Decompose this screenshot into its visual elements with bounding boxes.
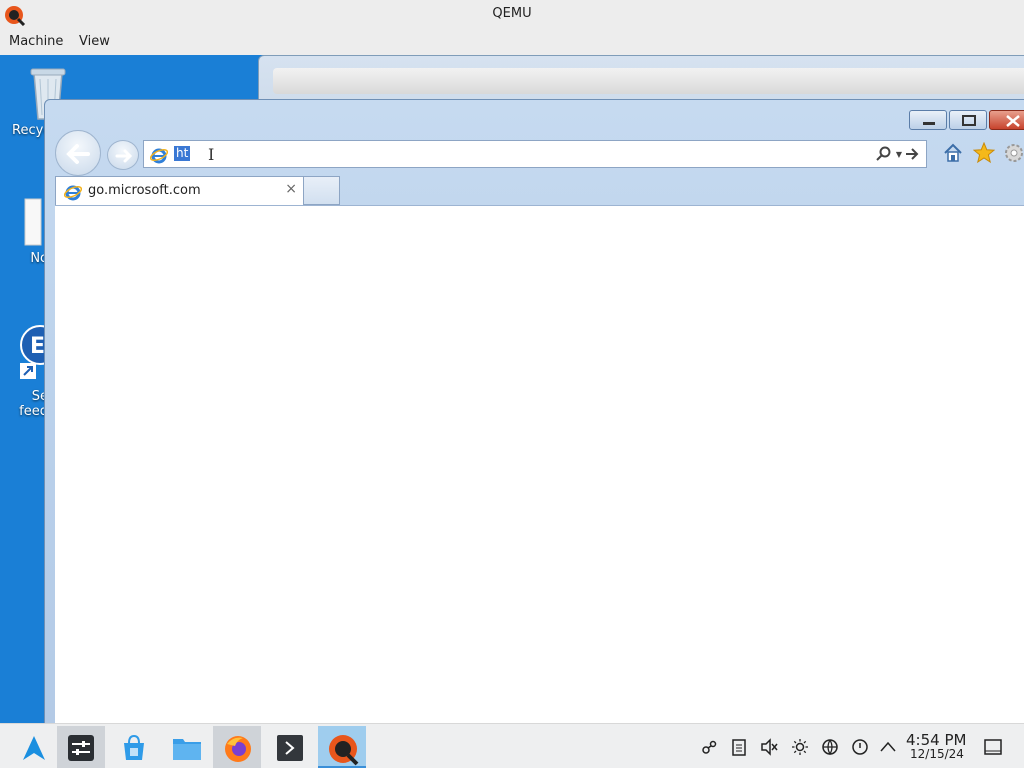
address-input-value[interactable]: ht bbox=[174, 146, 191, 161]
page-content[interactable] bbox=[55, 205, 1024, 723]
desktop-icon-notepad[interactable]: No bbox=[8, 195, 48, 266]
firefox-icon bbox=[225, 736, 251, 762]
taskbar-firefox[interactable] bbox=[213, 726, 261, 768]
window-title: QEMU bbox=[492, 6, 532, 21]
tab-title: go.microsoft.com bbox=[88, 183, 201, 198]
volume-muted-icon[interactable] bbox=[760, 738, 778, 756]
menu-machine[interactable]: Machine bbox=[9, 34, 63, 49]
minimize-icon bbox=[923, 122, 935, 125]
restore-icon bbox=[962, 115, 976, 126]
new-tab-button[interactable] bbox=[304, 176, 340, 205]
network-globe-icon[interactable] bbox=[821, 738, 839, 756]
arch-logo-icon bbox=[23, 736, 45, 760]
updates-icon[interactable] bbox=[851, 738, 869, 756]
go-arrow-icon[interactable] bbox=[904, 145, 920, 163]
tab-close-icon[interactable]: × bbox=[285, 181, 297, 197]
taskbar-software-store[interactable] bbox=[110, 726, 158, 768]
clipboard-icon[interactable] bbox=[731, 738, 747, 756]
menu-view[interactable]: View bbox=[79, 34, 110, 49]
maximize-button[interactable] bbox=[949, 110, 987, 130]
qemu-logo-icon bbox=[329, 735, 359, 766]
network-activity-icon[interactable] bbox=[700, 738, 718, 756]
app-launcher-button[interactable] bbox=[10, 726, 58, 768]
tab-strip: go.microsoft.com × bbox=[55, 176, 1024, 205]
home-icon[interactable] bbox=[942, 142, 964, 164]
chevron-up-icon[interactable] bbox=[879, 738, 897, 756]
close-icon bbox=[1006, 115, 1020, 127]
taskbar-qemu[interactable] bbox=[318, 726, 366, 768]
store-bag-icon bbox=[124, 734, 144, 760]
taskbar bbox=[0, 723, 1024, 768]
forward-button[interactable] bbox=[107, 140, 139, 170]
settings-sliders-icon bbox=[68, 735, 94, 761]
ie-page-icon bbox=[64, 185, 82, 201]
close-button[interactable] bbox=[989, 110, 1024, 130]
desktop-icon-label: Se bbox=[31, 389, 48, 404]
notepad-icon bbox=[24, 198, 42, 246]
tab-go-microsoft[interactable]: go.microsoft.com × bbox=[55, 176, 304, 205]
browser-window[interactable]: ht I ▼ go.microsoft.com × bbox=[44, 99, 1024, 723]
background-window-toolbar bbox=[273, 68, 1024, 94]
clock-date[interactable]: 12/15/24 bbox=[910, 747, 964, 761]
qemu-menubar: Machine View bbox=[0, 30, 1024, 55]
taskbar-terminal[interactable] bbox=[266, 726, 314, 768]
back-arrow-icon bbox=[66, 144, 90, 164]
qemu-titlebar: QEMU bbox=[0, 0, 1024, 30]
edge-icon: E bbox=[20, 325, 60, 379]
ie-page-icon bbox=[150, 148, 168, 164]
minimize-button[interactable] bbox=[909, 110, 947, 130]
desktop-icon-label: feed bbox=[19, 404, 48, 419]
taskbar-file-manager[interactable] bbox=[162, 726, 210, 768]
favorites-star-icon[interactable] bbox=[973, 142, 995, 164]
desktop-icon-label: No bbox=[30, 251, 48, 266]
svg-text:E: E bbox=[30, 334, 45, 359]
back-button[interactable] bbox=[55, 130, 101, 176]
guest-desktop: Recyc No E Se feed ht I ▼ go.microsoft.c… bbox=[0, 55, 1024, 723]
chevron-down-icon[interactable]: ▼ bbox=[896, 150, 902, 159]
address-bar[interactable]: ht I ▼ bbox=[143, 140, 927, 168]
search-icon[interactable] bbox=[876, 146, 892, 162]
terminal-icon bbox=[277, 735, 303, 761]
taskbar-system-settings[interactable] bbox=[57, 726, 105, 768]
forward-arrow-icon bbox=[115, 149, 133, 163]
brightness-icon[interactable] bbox=[791, 738, 809, 756]
text-cursor-icon: I bbox=[208, 145, 215, 164]
desktop-icon-edge-feedback[interactable]: E Se feed bbox=[8, 325, 60, 419]
gear-icon[interactable] bbox=[1003, 142, 1024, 164]
folder-icon bbox=[173, 739, 201, 760]
show-desktop-icon[interactable] bbox=[984, 738, 1002, 756]
